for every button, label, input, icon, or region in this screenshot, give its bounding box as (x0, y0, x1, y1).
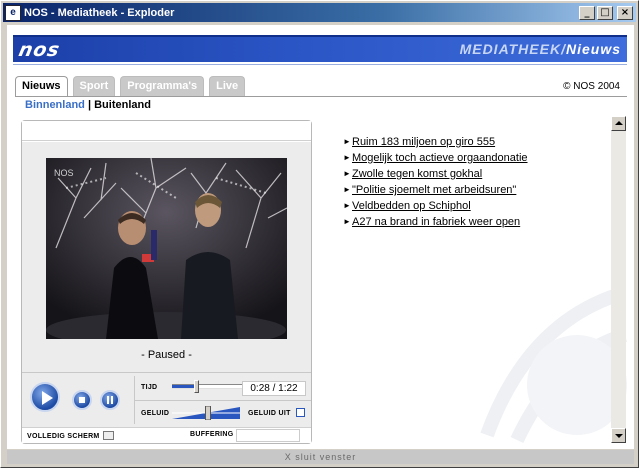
arrow-icon: ► (343, 137, 351, 146)
fullscreen-button[interactable] (103, 431, 114, 440)
page-content: nos MEDIATHEEK/Nieuws Nieuws Sport Progr… (7, 25, 634, 449)
video-still-image: NOS (46, 158, 287, 339)
news-link[interactable]: Ruim 183 miljoen op giro 555 (352, 136, 495, 148)
arrow-icon: ► (343, 217, 351, 226)
player-topbar (22, 121, 311, 141)
title-bar: e NOS - Mediatheek - Exploder _ □ × (3, 3, 636, 22)
tab-live[interactable]: Live (209, 76, 246, 96)
list-item: ►Ruim 183 miljoen op giro 555 (343, 134, 528, 150)
news-link[interactable]: A27 na brand in fabriek weer open (352, 216, 520, 228)
stop-button[interactable] (72, 390, 92, 410)
scroll-down-button[interactable] (611, 428, 626, 443)
arrow-icon: ► (343, 201, 351, 210)
close-window-link[interactable]: X sluit venster (7, 450, 634, 464)
list-item: ►Mogelijk toch actieve orgaandonatie (343, 150, 528, 166)
news-link[interactable]: Veldbedden op Schiphol (352, 200, 471, 212)
video-frame[interactable]: NOS (46, 158, 287, 339)
arrow-icon: ► (343, 169, 351, 178)
sub-navigation: Binnenland | Buitenland (25, 99, 151, 111)
vertical-scrollbar[interactable] (611, 116, 626, 443)
time-display: 0:28 / 1:22 (242, 381, 306, 396)
buffering-label: BUFFERING (190, 431, 234, 438)
subnav-binnenland[interactable]: Binnenland (25, 99, 85, 111)
player-screen: NOS - Paused - (22, 142, 311, 372)
list-item: ►"Politie sjoemelt met arbeidsuren" (343, 182, 528, 198)
list-item: ►Zwolle tegen komst gokhal (343, 166, 528, 182)
news-link[interactable]: Mogelijk toch actieve orgaandonatie (352, 152, 528, 164)
section-title: MEDIATHEEK/Nieuws (459, 41, 621, 57)
volume-slider[interactable] (172, 406, 240, 420)
arrow-icon: ► (343, 153, 351, 162)
tab-bar: Nieuws Sport Programma's Live (15, 76, 250, 97)
play-button[interactable] (30, 382, 60, 412)
time-slider[interactable] (172, 380, 242, 393)
time-slider-thumb[interactable] (193, 380, 199, 393)
browser-icon: e (5, 4, 21, 21)
pause-button[interactable] (100, 390, 120, 410)
arrow-icon: ► (343, 185, 351, 194)
fullscreen-label: VOLLEDIG SCHERM (27, 433, 100, 440)
player-controls: TIJD 0:28 / 1:22 GELUID GELUID UIT (22, 372, 311, 427)
mute-label: GELUID UIT (248, 410, 291, 417)
maximize-button[interactable]: □ (597, 5, 613, 20)
news-link[interactable]: Zwolle tegen komst gokhal (352, 168, 482, 180)
list-item: ►A27 na brand in fabriek weer open (343, 214, 528, 230)
tab-programmas[interactable]: Programma's (120, 76, 205, 96)
controls-row-divider (135, 400, 311, 401)
tab-sport[interactable]: Sport (72, 76, 116, 96)
tab-nieuws[interactable]: Nieuws (15, 76, 68, 97)
list-item: ►Veldbedden op Schiphol (343, 198, 528, 214)
video-player: NOS - Paused - TIJD 0:28 / 1:22 GELUID G… (21, 120, 312, 444)
volume-label: GELUID (141, 410, 170, 417)
buffering-indicator (236, 429, 300, 442)
playback-status: - Paused - (141, 349, 192, 361)
minimize-button[interactable]: _ (579, 5, 595, 20)
subnav-separator: | (84, 99, 95, 111)
news-link[interactable]: "Politie sjoemelt met arbeidsuren" (352, 184, 516, 196)
copyright-notice: © NOS 2004 (563, 81, 620, 92)
banner-divider (13, 64, 627, 65)
time-label: TIJD (141, 384, 158, 391)
background-watermark (480, 288, 627, 443)
tab-underline (15, 96, 627, 97)
nos-logo: nos (16, 39, 63, 61)
volume-slider-thumb[interactable] (205, 406, 211, 420)
player-bottombar: VOLLEDIG SCHERM BUFFERING (22, 427, 311, 443)
header-banner: nos MEDIATHEEK/Nieuws (13, 35, 627, 62)
channel-bug: NOS (54, 168, 74, 178)
mute-checkbox[interactable] (296, 408, 305, 417)
window-title: NOS - Mediatheek - Exploder (24, 6, 175, 19)
browser-window: e NOS - Mediatheek - Exploder _ □ × nos … (0, 0, 639, 468)
scroll-up-button[interactable] (611, 116, 626, 131)
close-button[interactable]: × (617, 5, 633, 20)
subnav-buitenland[interactable]: Buitenland (94, 99, 151, 111)
time-progress-fill (172, 385, 196, 388)
news-list: ►Ruim 183 miljoen op giro 555 ►Mogelijk … (343, 134, 528, 230)
